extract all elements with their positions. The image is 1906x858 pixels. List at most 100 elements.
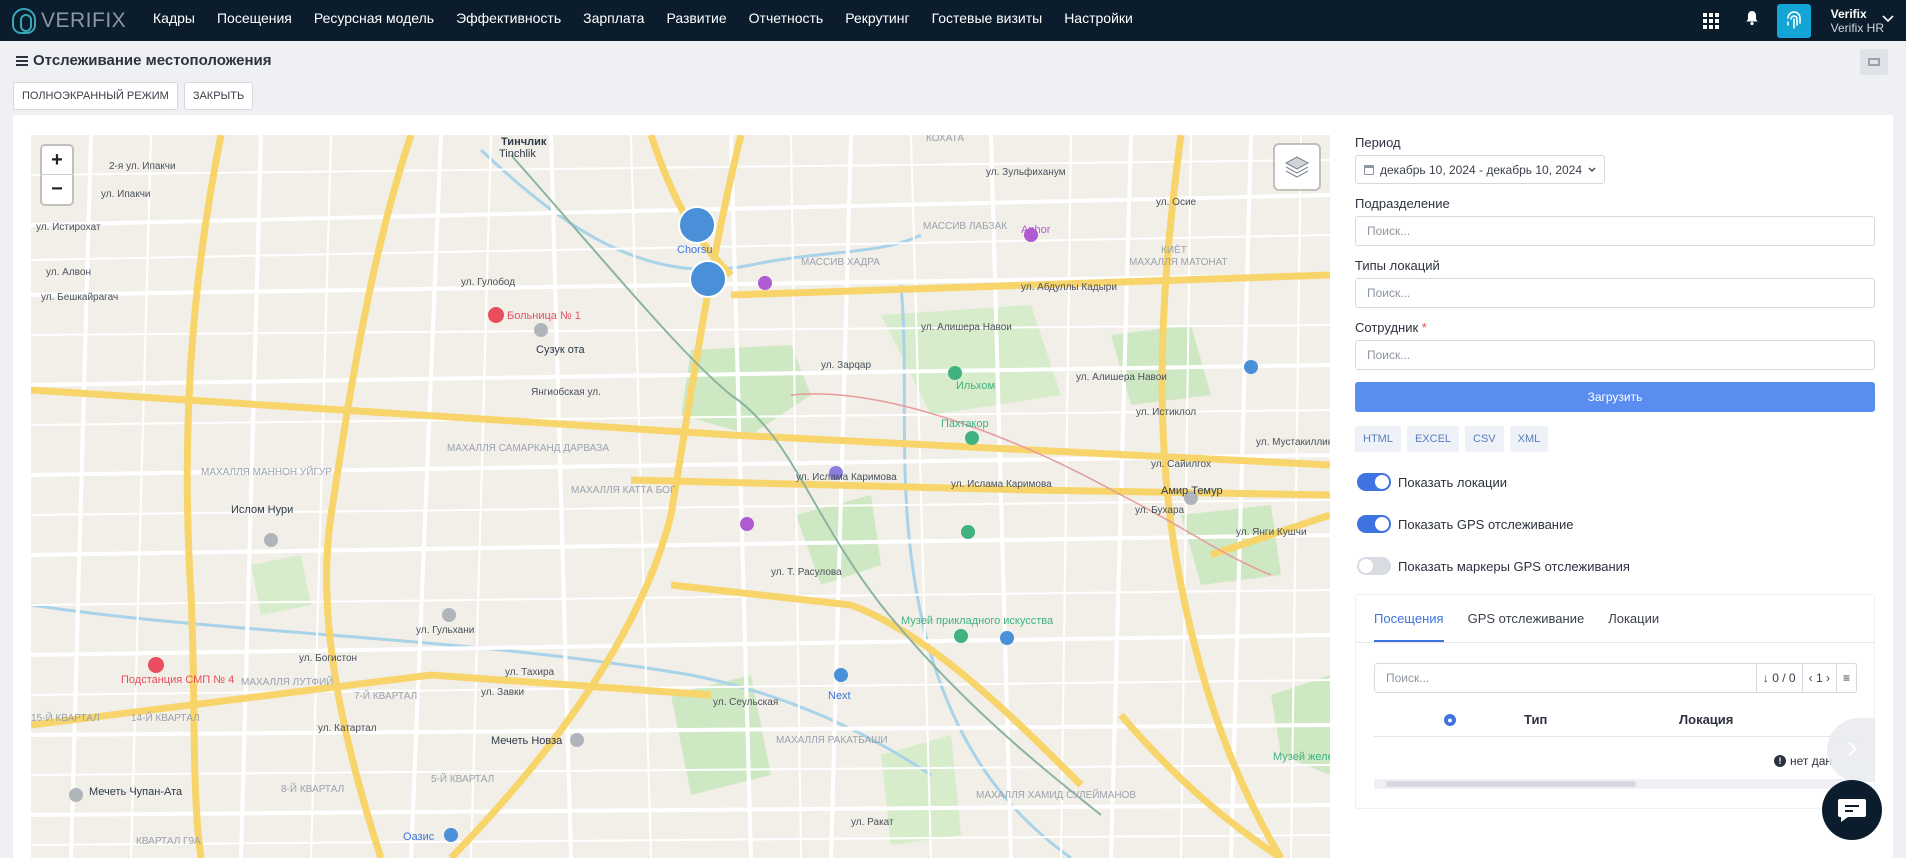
zoom-in-button[interactable]: + bbox=[42, 146, 72, 175]
nav-item-reports[interactable]: Отчетность bbox=[738, 0, 835, 41]
street-s18: ул. Зарqар bbox=[821, 360, 871, 371]
action-buttons: Полноэкранный режим Закрыть bbox=[13, 82, 254, 110]
table-toolbar: Поиск... ↓ 0 / 0 ‹ 1 › ≡ bbox=[1374, 663, 1857, 693]
map-label-kiet: КИЁТ bbox=[1161, 244, 1187, 256]
menu-icon[interactable] bbox=[16, 55, 28, 66]
nav-item-development[interactable]: Развитие bbox=[655, 0, 737, 41]
show-locations-label: Показать локации bbox=[1398, 474, 1508, 490]
map-label-makhallya-matonat: МАХАЛЛЯ МАТОНАТ bbox=[1129, 257, 1228, 268]
prev-page-icon[interactable]: ‹ bbox=[1809, 671, 1813, 685]
fingerprint-icon[interactable] bbox=[1776, 3, 1811, 38]
show-locations-switch[interactable] bbox=[1357, 473, 1391, 491]
map-label-makhallya-mannon: МАХАЛЛЯ МАННОН УЙГУР bbox=[201, 465, 332, 478]
street-s17b: ул. Ислама Каримова bbox=[951, 479, 1052, 490]
col-type[interactable]: Тип bbox=[1524, 712, 1547, 727]
export-csv-button[interactable]: CSV bbox=[1465, 426, 1504, 452]
required-mark: * bbox=[1421, 320, 1427, 335]
col-location[interactable]: Локация bbox=[1679, 712, 1733, 727]
bell-icon[interactable] bbox=[1745, 10, 1759, 31]
user-menu[interactable]: Verifix Verifix HR bbox=[1831, 7, 1884, 35]
period-picker[interactable]: декабрь 10, 2024 - декабрь 10, 2024 bbox=[1355, 155, 1606, 184]
street-s12: Янгиобская ул. bbox=[531, 386, 601, 398]
street-s33: ул. Катартал bbox=[318, 723, 377, 734]
nav-item-poseshcheniya[interactable]: Посещения bbox=[206, 0, 303, 41]
pagination: ‹ 1 › bbox=[1802, 663, 1837, 693]
map-label-mechet-novza: Мечеть Новза bbox=[491, 735, 563, 747]
columns-menu-icon[interactable]: ≡ bbox=[1836, 663, 1857, 693]
nav-item-kadry[interactable]: Кадры bbox=[142, 0, 206, 41]
street-s5: ул. Алвон bbox=[46, 267, 91, 278]
map-label-makhallya-lutfiy: МАХАЛЛЯ ЛУТФИЙ bbox=[241, 675, 333, 688]
nav-item-resource-model[interactable]: Ресурсная модель bbox=[303, 0, 445, 41]
show-gps-switch[interactable] bbox=[1357, 515, 1391, 533]
street-s4: ул. Бешкайрагач bbox=[41, 292, 118, 303]
map-label-museum-rail: Музей железнодорожн bbox=[1273, 751, 1330, 763]
street-s15b: ул. Алишера Навои bbox=[1076, 372, 1167, 383]
employee-input[interactable]: Поиск... bbox=[1355, 340, 1875, 370]
street-s59: ул. Мустакиллик bbox=[1256, 437, 1330, 448]
export-html-button[interactable]: HTML bbox=[1355, 426, 1401, 452]
nav-item-salary[interactable]: Зарплата bbox=[572, 0, 655, 41]
map-label-ilhom: Ильхом bbox=[956, 380, 995, 392]
tab-locations[interactable]: Локации bbox=[1608, 595, 1659, 642]
map-label-tinchlik: Тинчлик bbox=[501, 136, 547, 148]
map-label-amir: Амир Темур bbox=[1161, 485, 1223, 497]
loc-types-input[interactable]: Поиск... bbox=[1355, 278, 1875, 308]
map-label-kvartal-g9: КВАРТАЛ Г9А bbox=[136, 836, 201, 847]
user-org: Verifix HR bbox=[1830, 20, 1884, 35]
chat-button[interactable] bbox=[1822, 780, 1882, 840]
employee-label-row: Сотрудник * bbox=[1355, 320, 1875, 335]
no-data-message: ! нет дан bbox=[1774, 754, 1832, 768]
layers-icon[interactable] bbox=[1275, 145, 1319, 189]
fullscreen-button[interactable]: Полноэкранный режим bbox=[13, 82, 178, 110]
top-right-tools: Verifix Verifix HR bbox=[1702, 0, 1906, 41]
show-gps-label: Показать GPS отслеживание bbox=[1398, 516, 1574, 532]
chevron-down-icon[interactable] bbox=[1882, 12, 1894, 26]
show-gps-markers-switch[interactable] bbox=[1357, 557, 1391, 575]
nav-item-settings[interactable]: Настройки bbox=[1053, 0, 1144, 41]
map-label-rakatbashi: МАХАЛЛЯ РАКАТБАШИ bbox=[776, 735, 888, 746]
next-page-icon[interactable]: › bbox=[1826, 671, 1830, 685]
app-logo[interactable]: VERIFIX bbox=[12, 7, 142, 34]
map-label-suleymanov: МАХАЛЛЯ ХАМИД СУЛЕЙМАНОВ bbox=[976, 788, 1136, 801]
division-input[interactable]: Поиск... bbox=[1355, 216, 1875, 246]
apps-grid-icon[interactable] bbox=[1702, 12, 1719, 29]
table-search-input[interactable]: Поиск... bbox=[1374, 663, 1757, 693]
zoom-out-button[interactable]: − bbox=[42, 175, 72, 204]
export-buttons: HTML EXCEL CSV XML bbox=[1355, 426, 1875, 452]
loc-types-label: Типы локаций bbox=[1355, 258, 1440, 273]
map-label-podstantsia: Подстанция СМП № 4 bbox=[121, 674, 234, 686]
map-label-chorsu: Chorsu bbox=[677, 244, 712, 256]
street-s54: ул. Гульхани bbox=[416, 625, 474, 636]
toggle-show-gps[interactable]: Показать GPS отслеживание bbox=[1355, 512, 1875, 536]
street-s29: ул. Тахира bbox=[505, 667, 555, 678]
export-xml-button[interactable]: XML bbox=[1509, 426, 1549, 452]
map-label-kvartal14: 14-Й КВАРТАЛ bbox=[131, 711, 200, 724]
info-icon: ! bbox=[1774, 755, 1786, 767]
division-label: Подразделение bbox=[1355, 196, 1450, 211]
tab-gps[interactable]: GPS отслеживание bbox=[1468, 595, 1585, 642]
toggle-show-gps-markers[interactable]: Показать маркеры GPS отслеживания bbox=[1355, 554, 1875, 578]
show-gps-markers-label: Показать маркеры GPS отслеживания bbox=[1398, 558, 1630, 574]
toggle-show-locations[interactable]: Показать локации bbox=[1355, 470, 1875, 494]
nav-item-recruiting[interactable]: Рекрутинг bbox=[834, 0, 920, 41]
horizontal-scrollbar[interactable] bbox=[1374, 779, 1857, 789]
street-s25: ул. Т. Расулова bbox=[771, 567, 842, 578]
street-s16: ул. Абдуллы Кадыри bbox=[1021, 281, 1117, 293]
top-navbar: VERIFIX Кадры Посещения Ресурсная модель… bbox=[0, 0, 1906, 41]
nav-item-efficiency[interactable]: Эффективность bbox=[445, 0, 572, 41]
tabs: Посещения GPS отслеживание Локации bbox=[1356, 595, 1874, 643]
close-button[interactable]: Закрыть bbox=[183, 82, 254, 110]
map-view[interactable]: Тинчлик Tinchlik Chorsu Больница № 1 Суз… bbox=[31, 135, 1330, 858]
sort-counter[interactable]: ↓ 0 / 0 bbox=[1756, 663, 1803, 693]
street-s40: ул. Осие bbox=[1156, 197, 1197, 208]
table-header: ● Тип Локация bbox=[1374, 703, 1857, 737]
load-button[interactable]: Загрузить bbox=[1355, 382, 1875, 412]
toggle-view-icon[interactable] bbox=[1860, 49, 1888, 75]
street-s17: ул. Ислама Каримова bbox=[796, 472, 897, 483]
map-label-pakhtakor: Пахтакор bbox=[941, 418, 989, 430]
nav-item-guest-visits[interactable]: Гостевые визиты bbox=[921, 0, 1054, 41]
tab-visits[interactable]: Посещения bbox=[1374, 595, 1444, 642]
export-excel-button[interactable]: EXCEL bbox=[1406, 426, 1460, 452]
map-label-islom: Ислом Нури bbox=[231, 504, 293, 516]
